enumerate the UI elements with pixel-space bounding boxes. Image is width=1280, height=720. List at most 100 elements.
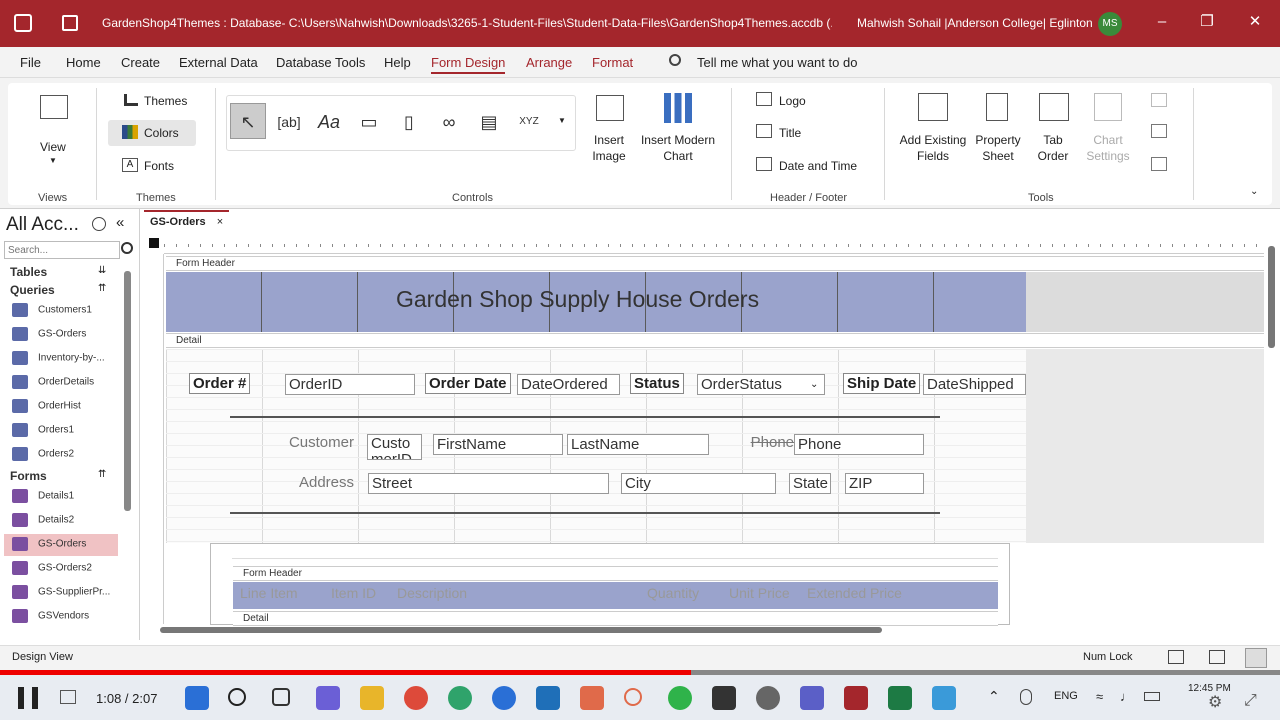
list-item[interactable]: GS-SupplierPr... xyxy=(12,585,110,607)
form-selector[interactable] xyxy=(149,238,159,248)
collapse-icon[interactable]: ⇈ xyxy=(98,469,106,480)
phone-field[interactable]: Phone xyxy=(794,434,924,455)
office-icon[interactable] xyxy=(624,688,642,706)
property-sheet-icon[interactable] xyxy=(986,93,1008,121)
label-control-icon[interactable]: Aa xyxy=(311,103,347,139)
collapse-ribbon-icon[interactable]: ⌄ xyxy=(1250,186,1258,197)
volume-icon[interactable] xyxy=(60,690,76,704)
fonts-button[interactable]: Fonts xyxy=(144,159,174,173)
divider-line[interactable] xyxy=(230,416,940,418)
zip-field[interactable]: ZIP xyxy=(845,473,924,494)
fields-list-icon[interactable] xyxy=(918,93,948,121)
detail-bar[interactable]: Detail xyxy=(166,333,1264,348)
excel-icon[interactable] xyxy=(888,686,912,710)
date-ordered-field[interactable]: DateOrdered xyxy=(517,374,620,395)
search-input[interactable] xyxy=(4,241,120,259)
street-field[interactable]: Street xyxy=(368,473,609,494)
access-icon[interactable] xyxy=(844,686,868,710)
tab-format[interactable]: Format xyxy=(592,55,633,70)
windows-start-icon[interactable] xyxy=(185,686,209,710)
language-indicator[interactable]: ENG xyxy=(1054,690,1078,702)
list-item[interactable]: Orders1 xyxy=(12,423,74,445)
mic-muted-icon[interactable] xyxy=(1020,689,1032,705)
chart-icon[interactable] xyxy=(664,93,692,123)
edge-icon[interactable] xyxy=(448,686,472,710)
list-item[interactable]: OrderDetails xyxy=(12,375,94,397)
date-time-button[interactable]: Date and Time xyxy=(779,159,857,173)
phone-label[interactable]: Phone xyxy=(730,434,794,451)
tab-home[interactable]: Home xyxy=(66,55,101,70)
tab-file[interactable]: File xyxy=(20,55,41,70)
tab-order-button[interactable]: Tab Order xyxy=(1034,132,1072,164)
last-name-field[interactable]: LastName xyxy=(567,434,709,455)
logo-button[interactable]: Logo xyxy=(779,94,806,108)
hyperlink-control-icon[interactable]: ∞ xyxy=(431,103,467,139)
teams-chat-icon[interactable] xyxy=(316,686,340,710)
subform-col-header[interactable]: Item ID xyxy=(331,585,376,601)
expand-icon[interactable]: ⇊ xyxy=(98,265,106,276)
tell-me-box[interactable]: Tell me what you want to do xyxy=(697,55,857,70)
order-date-label[interactable]: Order Date xyxy=(425,373,511,394)
order-id-field[interactable]: OrderID xyxy=(285,374,415,395)
settings-icon[interactable] xyxy=(756,686,780,710)
tab-create[interactable]: Create xyxy=(121,55,160,70)
view-code-icon[interactable] xyxy=(1151,124,1167,138)
address-label[interactable]: Address xyxy=(262,474,354,491)
subform-col-header[interactable]: Extended Price xyxy=(807,585,902,601)
chevron-up-icon[interactable]: ⌃ xyxy=(988,688,1000,705)
save-icon[interactable] xyxy=(62,15,78,31)
insert-chart-button[interactable]: Insert Modern Chart xyxy=(638,132,718,164)
close-icon[interactable]: × xyxy=(217,216,223,228)
order-status-combo[interactable]: OrderStatus xyxy=(697,374,825,395)
chevron-down-icon[interactable]: ▼ xyxy=(558,116,566,125)
list-item[interactable]: GS-Orders xyxy=(12,537,86,559)
subform-col-header[interactable]: Description xyxy=(397,585,467,601)
chevron-down-icon[interactable]: ⌄ xyxy=(810,379,818,390)
chrome-icon[interactable] xyxy=(404,686,428,710)
design-view-icon[interactable] xyxy=(1245,648,1267,668)
onedrive-icon[interactable] xyxy=(492,686,516,710)
whatsapp-icon[interactable] xyxy=(668,686,692,710)
ship-date-label[interactable]: Ship Date xyxy=(843,373,921,394)
nav-section-queries[interactable]: Queries xyxy=(10,283,55,297)
status-label[interactable]: Status xyxy=(630,373,684,394)
city-field[interactable]: City xyxy=(621,473,776,494)
task-view-icon[interactable] xyxy=(272,688,290,706)
colors-button[interactable]: Colors xyxy=(144,126,179,140)
insert-image-button[interactable]: Insert Image xyxy=(586,132,632,164)
nav-title[interactable]: All Acc... xyxy=(6,214,79,236)
teams-icon[interactable] xyxy=(800,686,824,710)
nav-scrollbar[interactable] xyxy=(124,271,131,511)
avatar[interactable]: MS xyxy=(1098,12,1122,36)
search-icon[interactable] xyxy=(121,242,133,254)
image-icon[interactable] xyxy=(596,95,624,121)
nav-menu-icon[interactable] xyxy=(92,217,106,231)
tab-external-data[interactable]: External Data xyxy=(179,55,258,70)
list-item[interactable]: Details2 xyxy=(12,513,74,535)
chevron-down-icon[interactable]: ▼ xyxy=(49,156,57,165)
pause-icon[interactable] xyxy=(18,687,38,709)
shutter-bar-icon[interactable]: « xyxy=(116,214,124,231)
tab-arrange[interactable]: Arrange xyxy=(526,55,572,70)
list-item[interactable]: Customers1 xyxy=(12,303,92,325)
close-icon[interactable]: ✕ xyxy=(1245,12,1265,32)
select-pointer-icon[interactable]: ↖ xyxy=(230,103,266,139)
state-field[interactable]: State xyxy=(789,473,831,494)
list-item[interactable]: GS-Orders2 xyxy=(12,561,92,583)
form-title[interactable]: Garden Shop Supply House Orders xyxy=(396,286,759,313)
customer-id-field[interactable]: Custo merID xyxy=(367,434,422,460)
view-icon[interactable] xyxy=(40,95,68,119)
form-view-icon[interactable] xyxy=(1168,650,1184,664)
list-item[interactable]: OrderHist xyxy=(12,399,81,421)
textbox-control-icon[interactable]: [ab] xyxy=(271,103,307,139)
collapse-icon[interactable]: ⇈ xyxy=(98,283,106,294)
tab-help[interactable]: Help xyxy=(384,55,411,70)
tab-database-tools[interactable]: Database Tools xyxy=(276,55,365,70)
restore-icon[interactable]: ❐ xyxy=(1197,12,1217,32)
gear-icon[interactable]: ⚙ xyxy=(1208,692,1222,712)
horizontal-scrollbar[interactable] xyxy=(160,627,882,633)
tab-control-icon[interactable]: ▯ xyxy=(391,103,427,139)
title-button[interactable]: Title xyxy=(779,126,801,140)
file-explorer-icon[interactable] xyxy=(360,686,384,710)
minimize-icon[interactable]: – xyxy=(1152,12,1172,32)
